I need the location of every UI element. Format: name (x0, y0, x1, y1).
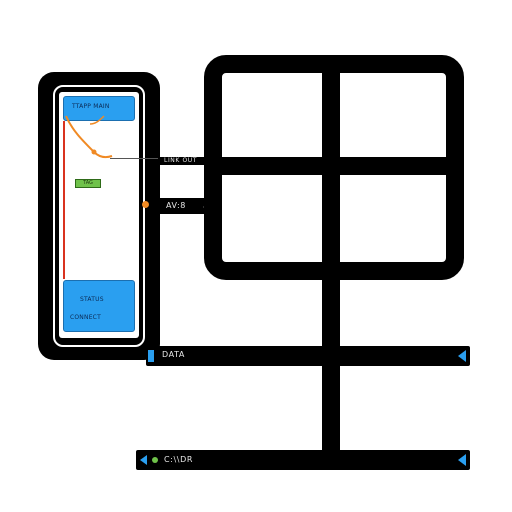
bar2-label: C:\\DR (164, 455, 193, 464)
horizontal-bar-1[interactable]: DATA (146, 346, 470, 366)
horizontal-bar-2[interactable]: C:\\DR (136, 450, 470, 470)
connector-mid-label: AV:8 (166, 201, 186, 210)
connector-box-top: LINK OUT (158, 157, 208, 165)
bar1-left-marker (148, 350, 154, 362)
orange-dot-icon (142, 201, 149, 208)
footer-line1: STATUS (80, 296, 104, 303)
bar1-arrow-icon (458, 350, 466, 362)
footer-line2: CONNECT (70, 314, 101, 321)
bar2-arrow-icon (458, 454, 466, 466)
connector-top-label: LINK OUT (164, 157, 198, 164)
status-tag: TAG (75, 179, 101, 188)
bar2-left-arrow-icon (140, 455, 147, 465)
grid-horizontal-divider (210, 157, 460, 175)
orange-wire-icon (65, 115, 113, 159)
screen-footer[interactable]: STATUS CONNECT (63, 280, 135, 332)
bar1-label: DATA (162, 350, 186, 359)
bar2-green-dot-icon (152, 457, 158, 463)
